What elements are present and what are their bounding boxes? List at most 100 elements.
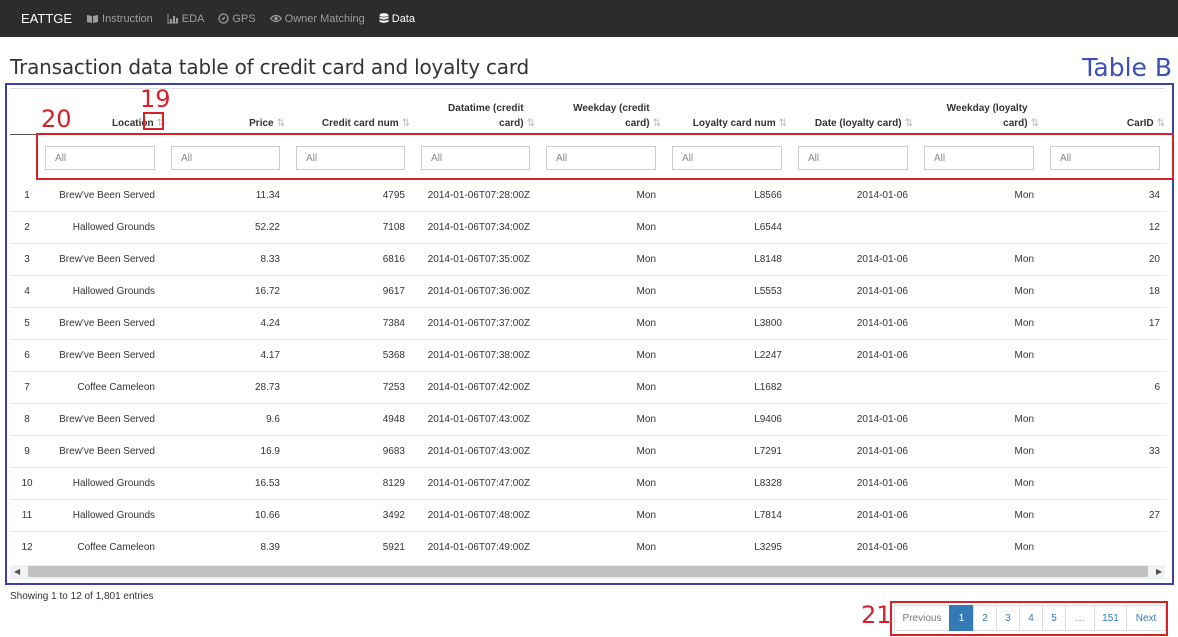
column-header-weekday-loyalty-card[interactable]: Weekday (loyalty card) ⇅ (921, 95, 1040, 131)
cell-date-loyalty: 2014-01-06 (856, 510, 908, 521)
nav-item-owner-matching[interactable]: Owner Matching (269, 12, 365, 25)
row-divider (10, 403, 1165, 404)
scroll-right-arrow-icon[interactable]: ▶ (1156, 565, 1162, 579)
annotation-number-pagination: 21 (861, 601, 892, 629)
column-header-label-line2: card) (625, 118, 650, 129)
cell-carid: 20 (1148, 254, 1160, 265)
annotation-number-filter: 20 (41, 105, 72, 133)
column-header-loyalty-card-num[interactable]: Loyalty card num ⇅ (668, 95, 788, 131)
sort-icon[interactable]: ⇅ (653, 116, 662, 131)
cell-datatime: 2014-01-06T07:49:00Z (427, 542, 530, 553)
eye-icon (269, 14, 282, 23)
cell-weekday-credit: Mon (636, 318, 656, 329)
cell-price: 52.22 (254, 222, 280, 233)
column-header-label-line2: card) (499, 118, 524, 129)
column-header-label: Credit card num (321, 118, 399, 129)
sort-icon[interactable]: ⇅ (1157, 116, 1166, 131)
cell-date-loyalty: 2014-01-06 (856, 542, 908, 553)
bar-chart-icon (167, 13, 178, 23)
cell-carid: 27 (1148, 510, 1160, 521)
cell-datatime: 2014-01-06T07:42:00Z (427, 382, 530, 393)
column-header-weekday-credit-card[interactable]: Weekday (credit card) ⇅ (543, 95, 662, 131)
cell-carid: 34 (1148, 190, 1160, 201)
row-index: 5 (24, 318, 30, 329)
row-divider (10, 211, 1165, 212)
sort-icon[interactable]: ⇅ (277, 116, 286, 131)
sort-icon[interactable]: ⇅ (527, 116, 536, 131)
cell-weekday-credit: Mon (636, 510, 656, 521)
cell-credit-card-num: 4795 (382, 190, 405, 201)
row-divider (10, 531, 1165, 532)
cell-price: 11.34 (255, 190, 280, 201)
sort-icon[interactable]: ⇅ (905, 116, 914, 131)
cell-date-loyalty: 2014-01-06 (856, 286, 908, 297)
row-index: 12 (21, 542, 33, 553)
nav-item-label: Owner Matching (284, 12, 365, 25)
nav-item-data[interactable]: Data (379, 13, 415, 25)
column-header-date-loyalty-card[interactable]: Date (loyalty card) ⇅ (796, 95, 914, 131)
cell-datatime: 2014-01-06T07:37:00Z (427, 318, 530, 329)
cell-weekday-credit: Mon (636, 478, 656, 489)
column-header-carid[interactable]: CarID ⇅ (1047, 95, 1166, 131)
column-header-datatime-credit-card[interactable]: Datatime (credit card) ⇅ (418, 95, 536, 131)
book-icon (87, 14, 99, 23)
row-index: 10 (21, 478, 33, 489)
cell-price: 9.6 (266, 414, 280, 425)
cell-location: Brew've Been Served (59, 254, 155, 265)
cell-credit-card-num: 6816 (382, 254, 405, 265)
column-header-label-line2: card) (1003, 118, 1028, 129)
cell-datatime: 2014-01-06T07:34:00Z (427, 222, 530, 233)
column-header-credit-card-num[interactable]: Credit card num ⇅ (293, 95, 411, 131)
cell-weekday-credit: Mon (636, 254, 656, 265)
cell-date-loyalty: 2014-01-06 (856, 478, 908, 489)
cell-location: Brew've Been Served (59, 446, 155, 457)
cell-carid: 18 (1148, 286, 1160, 297)
cell-weekday-credit: Mon (636, 350, 656, 361)
cell-location: Hallowed Grounds (72, 222, 155, 233)
table-info: Showing 1 to 12 of 1,801 entries (10, 591, 154, 602)
sort-icon[interactable]: ⇅ (779, 116, 788, 131)
row-index: 2 (24, 222, 30, 233)
row-index: 1 (24, 190, 30, 201)
cell-credit-card-num: 9683 (382, 446, 405, 457)
scroll-left-arrow-icon[interactable]: ◀ (14, 565, 20, 579)
annotation-table-label: Table B (1082, 53, 1172, 82)
cell-price: 16.72 (254, 286, 280, 297)
nav-item-gps[interactable]: GPS (218, 12, 256, 25)
cell-loyalty-card-num: L8148 (754, 254, 782, 265)
cell-location: Brew've Been Served (59, 318, 155, 329)
annotation-sort-box (143, 112, 164, 130)
nav-item-label: GPS (232, 12, 256, 25)
nav-item-label: EDA (181, 12, 205, 25)
row-divider (10, 467, 1165, 468)
column-header-label: Loyalty card num (692, 118, 776, 129)
cell-weekday-credit: Mon (636, 382, 656, 393)
sort-icon[interactable]: ⇅ (402, 116, 411, 131)
app-brand[interactable]: EATTGE (21, 11, 72, 26)
cell-credit-card-num: 5921 (382, 542, 405, 553)
cell-weekday-loyalty: Mon (1014, 286, 1034, 297)
cell-price: 10.66 (254, 510, 280, 521)
cell-price: 28.73 (254, 382, 280, 393)
cell-carid: 6 (1154, 382, 1160, 393)
cell-loyalty-card-num: L7814 (754, 510, 782, 521)
cell-weekday-loyalty: Mon (1014, 318, 1034, 329)
cell-weekday-loyalty: Mon (1014, 414, 1034, 425)
nav-item-instruction[interactable]: Instruction (86, 13, 153, 25)
cell-price: 4.24 (260, 318, 280, 329)
cell-date-loyalty: 2014-01-06 (856, 318, 908, 329)
cell-location: Hallowed Grounds (72, 478, 155, 489)
cell-weekday-credit: Mon (636, 286, 656, 297)
annotation-number-sort: 19 (140, 85, 171, 113)
cell-loyalty-card-num: L3295 (754, 542, 782, 553)
nav-item-eda[interactable]: EDA (167, 12, 205, 25)
row-divider (10, 243, 1165, 244)
row-divider (10, 499, 1165, 500)
column-header-price[interactable]: Price ⇅ (170, 95, 286, 131)
cell-weekday-loyalty: Mon (1014, 542, 1034, 553)
cell-price: 8.33 (260, 254, 280, 265)
cell-weekday-loyalty: Mon (1014, 446, 1034, 457)
scrollbar-thumb[interactable] (28, 566, 1148, 577)
cell-location: Coffee Cameleon (77, 542, 155, 553)
sort-icon[interactable]: ⇅ (1031, 116, 1040, 131)
